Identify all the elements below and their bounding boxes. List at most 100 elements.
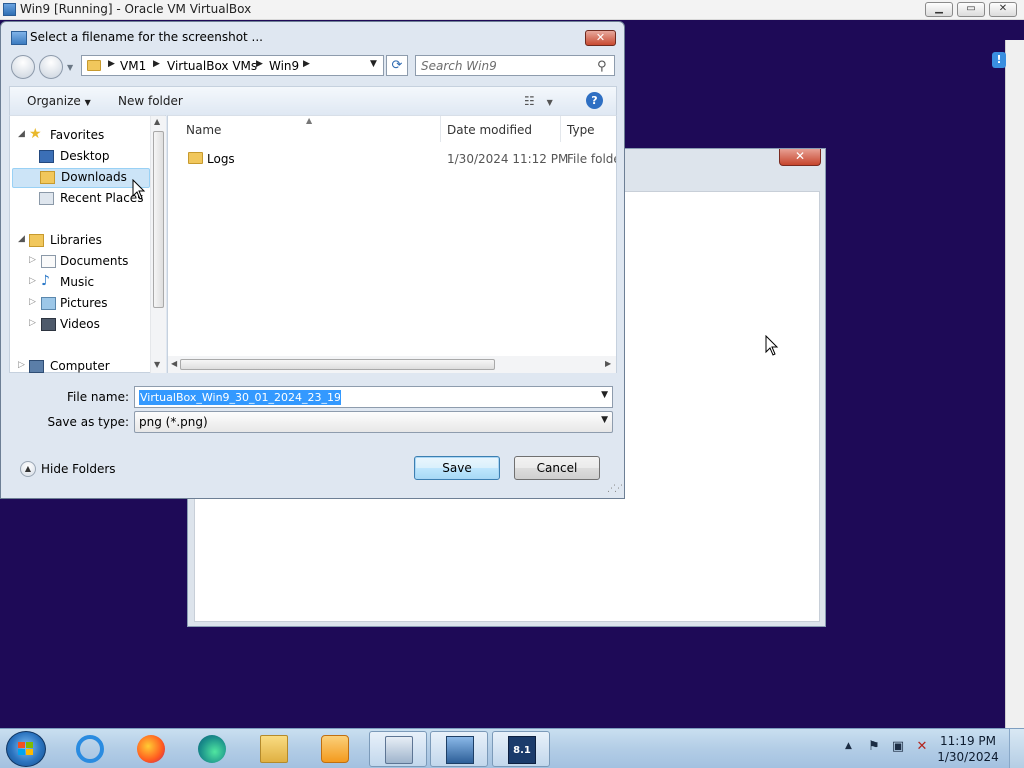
expand-arrow-icon[interactable]: ▷ [29, 276, 36, 286]
file-name-label: File name: [67, 390, 129, 404]
save-button[interactable]: Save [414, 456, 500, 480]
collapse-arrow-icon[interactable]: ◢ [18, 234, 25, 244]
network-icon[interactable]: ▣ [890, 739, 906, 755]
nav-item-recent-places[interactable]: Recent Places [10, 189, 150, 209]
expand-arrow-icon[interactable]: ▷ [29, 297, 36, 307]
expand-arrow-icon[interactable]: ▷ [29, 318, 36, 328]
taskbar-file-explorer[interactable] [245, 731, 303, 767]
nav-scroll-thumb[interactable] [153, 131, 164, 308]
desktop-icon [39, 150, 54, 163]
downloads-folder-icon [40, 171, 55, 184]
action-center-flag-icon[interactable]: ⚑ [866, 739, 882, 755]
breadcrumb-item[interactable]: VirtualBox VMs [167, 59, 257, 73]
dialog-close-button[interactable]: ✕ [585, 30, 616, 46]
nav-item-downloads[interactable]: Downloads [12, 168, 150, 188]
nav-item-music[interactable]: ▷ ♪ Music [10, 273, 150, 293]
scroll-down-icon[interactable]: ▼ [154, 360, 160, 369]
breadcrumb-separator-icon[interactable]: ▶ [108, 59, 115, 69]
nav-item-desktop[interactable]: Desktop [10, 147, 150, 167]
back-button[interactable] [11, 55, 35, 79]
host-right-strip [1005, 40, 1024, 728]
chevron-down-icon: ▼ [84, 98, 91, 107]
help-icon[interactable]: ? [586, 92, 603, 109]
taskbar-keyboard-settings[interactable] [369, 731, 427, 767]
breadcrumb-item[interactable]: VM1 [120, 59, 146, 73]
edge-icon [198, 735, 226, 763]
start-button[interactable] [6, 731, 46, 767]
resize-grip-icon[interactable]: ⋰⋰ [607, 484, 623, 494]
nav-pane-scrollbar[interactable]: ▲ ▼ [150, 116, 166, 373]
notification-icon[interactable]: ! [992, 52, 1006, 68]
organize-button[interactable]: Organize ▼ [27, 94, 91, 108]
column-header-type[interactable]: Type [567, 123, 595, 137]
nav-label: Music [60, 275, 95, 289]
host-minimize-button[interactable]: ▁ [925, 2, 953, 17]
column-header-name[interactable]: Name [186, 123, 221, 137]
organize-label: Organize [27, 94, 81, 108]
column-divider[interactable] [440, 116, 441, 142]
file-date-modified: 1/30/2024 11:12 PM [447, 152, 569, 166]
horizontal-scroll-thumb[interactable] [180, 359, 495, 370]
search-icon[interactable]: ⚲ [597, 59, 607, 74]
cancel-button[interactable]: Cancel [514, 456, 600, 480]
volume-muted-icon[interactable]: ✕ [914, 739, 930, 755]
address-bar[interactable]: ▶ VM1 ▶ VirtualBox VMs ▶ Win9 ▶ ▼ [81, 55, 384, 76]
nav-item-videos[interactable]: ▷ Videos [10, 315, 150, 335]
taskbar-media-player[interactable] [306, 731, 364, 767]
scroll-left-icon[interactable]: ◀ [171, 359, 177, 368]
taskbar-firefox[interactable] [122, 731, 180, 767]
search-box[interactable]: ⚲ [415, 55, 615, 76]
breadcrumb-separator-icon[interactable]: ▶ [153, 59, 160, 69]
nav-label: Recent Places [60, 191, 144, 205]
breadcrumb-item[interactable]: Win9 [269, 59, 299, 73]
column-divider[interactable] [560, 116, 561, 142]
folder-icon [188, 152, 203, 164]
nav-item-pictures[interactable]: ▷ Pictures [10, 294, 150, 314]
save-as-type-select[interactable]: png (*.png) ▼ [134, 411, 613, 433]
search-input[interactable] [421, 58, 591, 74]
file-name-input[interactable] [139, 390, 341, 405]
breadcrumb-separator-icon[interactable]: ▶ [303, 59, 310, 69]
background-window-close-button[interactable]: ✕ [779, 149, 821, 166]
file-name: Logs [207, 152, 235, 166]
address-dropdown-icon[interactable]: ▼ [370, 59, 377, 69]
nav-item-libraries[interactable]: ◢ Libraries [10, 231, 150, 251]
taskbar-windows-8-1[interactable]: 8.1 [492, 731, 550, 767]
nav-label: Downloads [61, 170, 127, 184]
breadcrumb-separator-icon[interactable]: ▶ [256, 59, 263, 69]
taskbar-internet-explorer[interactable] [61, 731, 119, 767]
nav-item-documents[interactable]: ▷ Documents [10, 252, 150, 272]
show-desktop-button[interactable] [1009, 729, 1024, 768]
recent-locations-dropdown-icon[interactable]: ▼ [67, 63, 73, 72]
file-name-field[interactable]: ▼ [134, 386, 613, 408]
column-header-date-modified[interactable]: Date modified [447, 123, 532, 137]
taskbar-virtualbox[interactable] [430, 731, 488, 767]
view-options-button[interactable]: ☷ ▼ [524, 94, 553, 108]
clock-date[interactable]: 1/30/2024 [933, 750, 1003, 764]
host-restore-button[interactable]: ▭ [957, 2, 985, 17]
show-hidden-icons-icon[interactable]: ▲ [845, 741, 852, 751]
nav-item-favorites[interactable]: ◢ ★ Favorites [10, 126, 150, 146]
expand-arrow-icon[interactable]: ▷ [18, 360, 25, 370]
dialog-app-icon [11, 31, 27, 45]
nav-label: Pictures [60, 296, 108, 310]
forward-button[interactable] [39, 55, 63, 79]
file-row[interactable]: Logs 1/30/2024 11:12 PM File folder [170, 150, 616, 170]
file-pane-horizontal-scrollbar[interactable]: ◀ ▶ [168, 356, 616, 373]
clock-time[interactable]: 11:19 PM [933, 734, 1003, 748]
chevron-down-icon[interactable]: ▼ [601, 415, 608, 425]
save-as-type-label: Save as type: [47, 415, 129, 429]
collapse-arrow-icon[interactable]: ◢ [18, 129, 25, 139]
refresh-button[interactable]: ⟳ [386, 55, 408, 76]
taskbar-edge[interactable] [183, 731, 241, 767]
libraries-icon [29, 234, 44, 247]
chevron-down-icon: ▼ [546, 98, 553, 107]
expand-arrow-icon[interactable]: ▷ [29, 255, 36, 265]
nav-label: Computer [50, 359, 110, 373]
chevron-down-icon[interactable]: ▼ [601, 390, 608, 400]
new-folder-button[interactable]: New folder [118, 94, 183, 108]
scroll-up-icon[interactable]: ▲ [154, 117, 160, 126]
nav-item-computer[interactable]: ▷ Computer [10, 357, 150, 377]
scroll-right-icon[interactable]: ▶ [605, 359, 611, 368]
host-close-button[interactable]: ✕ [989, 2, 1017, 17]
